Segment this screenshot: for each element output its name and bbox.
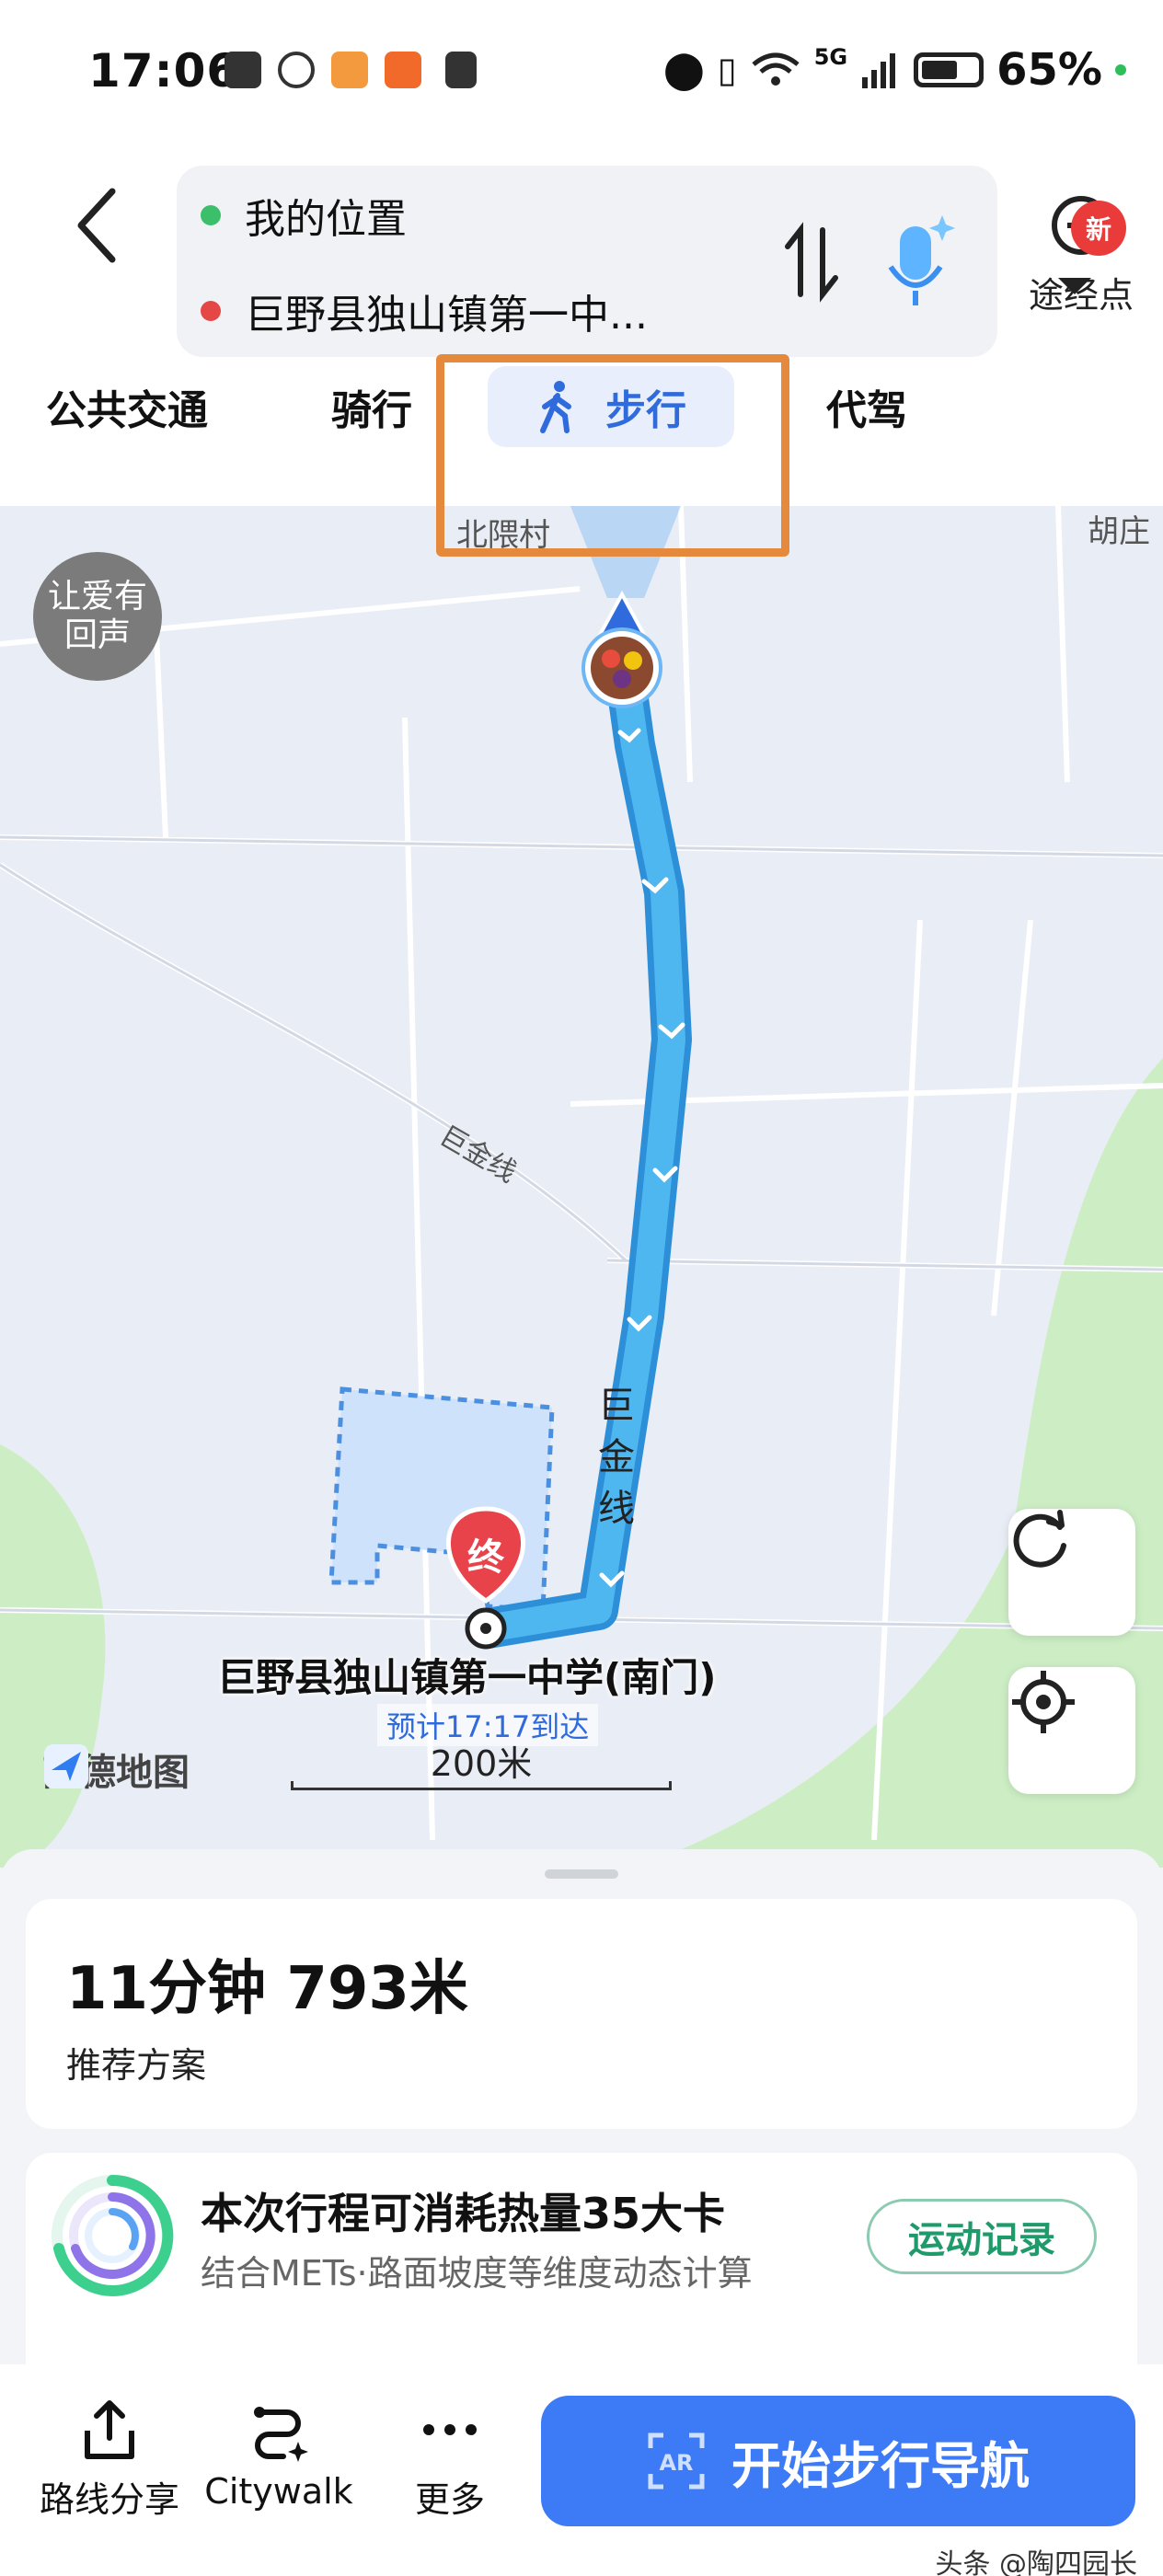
charity-badge[interactable]: 让爱有回声 — [33, 552, 162, 681]
more-modes-dropdown-icon[interactable] — [1058, 278, 1091, 294]
sport-record-button[interactable]: 运动记录 — [867, 2199, 1097, 2274]
app-heart-icon — [331, 52, 368, 88]
scale-label: 200米 — [430, 1743, 533, 1784]
svg-text:AR: AR — [659, 2450, 693, 2476]
battery-icon — [914, 52, 985, 87]
plan-summary: 11分钟 793米 — [66, 1955, 468, 2023]
share-label: 路线分享 — [39, 2479, 179, 2520]
start-walking-navigation-button[interactable]: AR 开始步行导航 — [541, 2396, 1135, 2526]
back-icon[interactable] — [64, 184, 129, 267]
tab-cycling[interactable]: 骑行 — [331, 377, 412, 436]
share-icon — [85, 2400, 134, 2459]
network-label: 5G — [813, 44, 848, 70]
destination-name[interactable]: 巨野县独山镇第一中学(南门) — [217, 1647, 716, 1703]
locate-button[interactable] — [1008, 1667, 1135, 1794]
amap-logo: 高德地图 — [42, 1742, 190, 1796]
destination-row[interactable]: 巨野县独山镇第一中... — [201, 282, 648, 340]
amap-logo-icon — [44, 1744, 88, 1788]
destination-marker-label: 终 — [467, 1536, 504, 1579]
refresh-button[interactable] — [1008, 1509, 1135, 1636]
origin-text: 我的位置 — [245, 196, 407, 243]
citywalk-button[interactable]: Citywalk — [191, 2398, 366, 2512]
route-plan-card[interactable]: 11分钟 793米 推荐方案 — [26, 1899, 1137, 2129]
map-view[interactable]: 北隈村 胡庄 巨金线 巨金线 让爱有回声 终 巨野县独山镇第一中学(南门) 预计… — [0, 506, 1163, 1868]
scale-bar — [291, 1781, 672, 1790]
active-dot — [1115, 64, 1126, 75]
route-sheet: 11分钟 793米 推荐方案 本次行程可消耗热量35大卡 结合METs·路面坡度… — [0, 1849, 1163, 2374]
destination-dot — [201, 301, 221, 321]
calorie-ring-icon — [52, 2174, 174, 2296]
new-badge: 新 — [1071, 201, 1126, 256]
origin-row[interactable]: 我的位置 — [201, 186, 407, 245]
alarm-icon — [278, 52, 315, 88]
mic-icon[interactable] — [876, 212, 959, 313]
tab-designated-driver[interactable]: 代驾 — [826, 377, 907, 436]
location-icon: ⬤ — [663, 49, 705, 91]
walking-tab-highlight-box — [436, 354, 789, 557]
road-label-vertical: 巨金线 — [598, 1385, 635, 1530]
plan-subtitle: 推荐方案 — [66, 2045, 207, 2086]
taobao-icon — [385, 52, 421, 88]
status-bar: 17:06 ⬤ ▯ 5G 65% — [0, 0, 1163, 147]
destination-text: 巨野县独山镇第一中... — [245, 292, 648, 339]
village-right-label: 胡庄 — [1088, 513, 1150, 550]
swap-icon[interactable] — [775, 221, 848, 304]
more-button[interactable]: 更多 — [363, 2398, 537, 2522]
refresh-icon — [1013, 1510, 1066, 1568]
calorie-card[interactable]: 本次行程可消耗热量35大卡 结合METs·路面坡度等维度动态计算 运动记录 — [26, 2153, 1137, 2374]
citywalk-icon — [254, 2407, 308, 2462]
nfc-icon — [225, 52, 261, 88]
vibrate-icon: ▯ — [717, 50, 737, 90]
wifi-icon — [752, 52, 800, 86]
more-label: 更多 — [414, 2479, 485, 2520]
route-input-box[interactable]: 我的位置 巨野县独山镇第一中... — [177, 166, 997, 357]
signal-icon — [862, 53, 896, 88]
ar-icon: AR — [648, 2432, 705, 2490]
sheet-grabber[interactable] — [545, 1869, 618, 1879]
start-nav-label: 开始步行导航 — [731, 2436, 1030, 2495]
battery-percent: 65% — [996, 44, 1102, 96]
watermark: 头条 @陶四园长 — [935, 2548, 1137, 2576]
tab-public-transit[interactable]: 公共交通 — [46, 377, 208, 436]
share-route-button[interactable]: 路线分享 — [22, 2398, 197, 2522]
upload-icon — [445, 52, 477, 88]
status-right: ⬤ ▯ 5G 65% — [663, 44, 1126, 96]
calorie-title: 本次行程可消耗热量35大卡 — [201, 2189, 726, 2238]
citywalk-label: Citywalk — [204, 2471, 353, 2512]
status-time: 17:06 — [88, 44, 240, 98]
calorie-subtitle: 结合METs·路面坡度等维度动态计算 — [201, 2253, 753, 2294]
locate-icon — [1012, 1671, 1075, 1733]
origin-dot — [201, 205, 221, 225]
more-icon — [423, 2424, 477, 2435]
